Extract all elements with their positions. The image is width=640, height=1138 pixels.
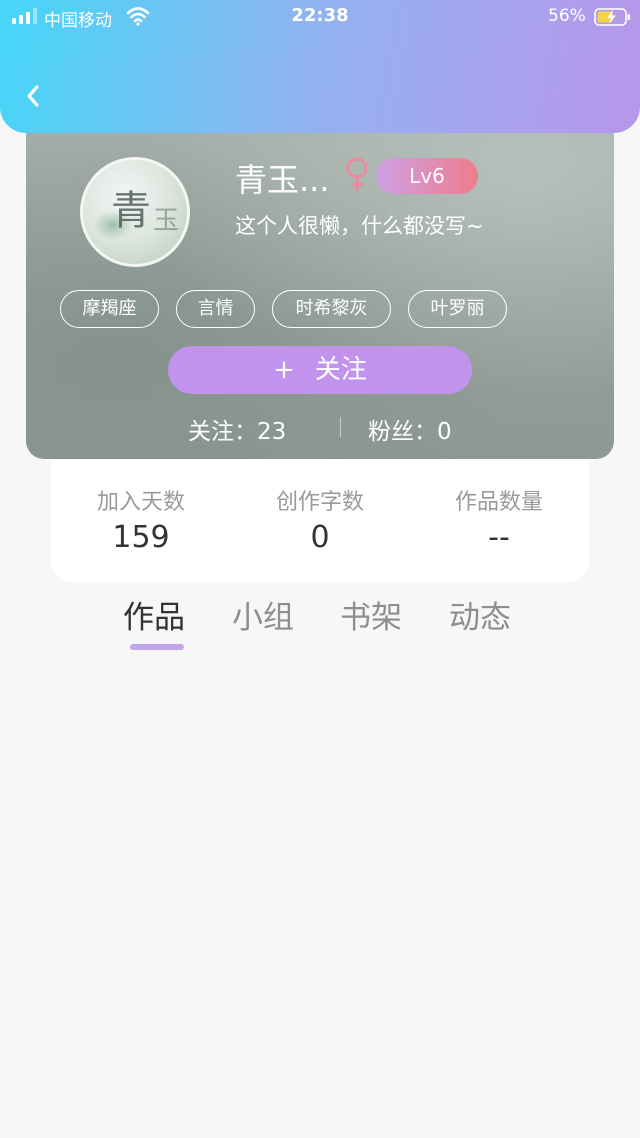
clock: 22:38 [291, 5, 349, 26]
stat-works-count: 作品数量 -- [409, 484, 589, 555]
divider [340, 417, 341, 437]
stats-card: 加入天数 159 创作字数 0 作品数量 -- [51, 460, 589, 582]
tag-chip[interactable]: 言情 [176, 290, 255, 328]
follow-counts: 关注：23 粉丝：0 [26, 410, 614, 446]
plus-icon: + [273, 355, 295, 385]
stat-label: 创作字数 [275, 490, 364, 515]
female-symbol-icon [346, 157, 368, 191]
follow-button-label: 关注 [314, 355, 367, 385]
tab-works[interactable]: 作品 [123, 592, 185, 637]
tag-chip[interactable]: 摩羯座 [60, 290, 159, 328]
username: 青玉... [235, 161, 330, 199]
tag-chip[interactable]: 叶罗丽 [408, 290, 507, 328]
active-tab-indicator [130, 644, 184, 650]
stat-days-joined: 加入天数 159 [51, 484, 231, 555]
avatar-image: 青 [111, 188, 151, 234]
battery-charging-icon [594, 8, 630, 26]
stat-word-count: 创作字数 0 [230, 484, 410, 555]
tab-bookshelf[interactable]: 书架 [340, 592, 402, 637]
status-bar: 中国移动 22:38 56% [0, 0, 640, 34]
following-count[interactable]: 关注：23 [188, 412, 286, 446]
tab-activity[interactable]: 动态 [449, 592, 511, 637]
tab-groups[interactable]: 小组 [232, 592, 294, 637]
stat-value: -- [488, 520, 510, 555]
back-button[interactable] [18, 78, 48, 114]
content-tabs: 作品 小组 书架 动态 [0, 592, 640, 662]
top-header: 中国移动 22:38 56% [0, 0, 640, 133]
tag-chip[interactable]: 时希黎灰 [272, 290, 391, 328]
user-bio: 这个人很懒，什么都没写~ [235, 214, 484, 238]
battery-percent: 56% [548, 6, 586, 26]
stat-value: 0 [310, 520, 330, 555]
chevron-left-icon [27, 85, 39, 107]
stat-label: 加入天数 [96, 490, 185, 515]
avatar[interactable]: 青 玉 [80, 157, 190, 267]
avatar-image-stroke: 玉 [153, 206, 180, 236]
level-badge: Lv6 [376, 158, 478, 194]
profile-card: 青 玉 青玉... Lv6 这个人很懒，什么都没写~ 摩羯座 言情 时希黎灰 叶… [26, 100, 614, 459]
follow-button[interactable]: + 关注 [168, 346, 472, 394]
stat-value: 159 [112, 520, 170, 555]
stat-label: 作品数量 [454, 490, 543, 515]
fans-count[interactable]: 粉丝：0 [368, 412, 452, 446]
